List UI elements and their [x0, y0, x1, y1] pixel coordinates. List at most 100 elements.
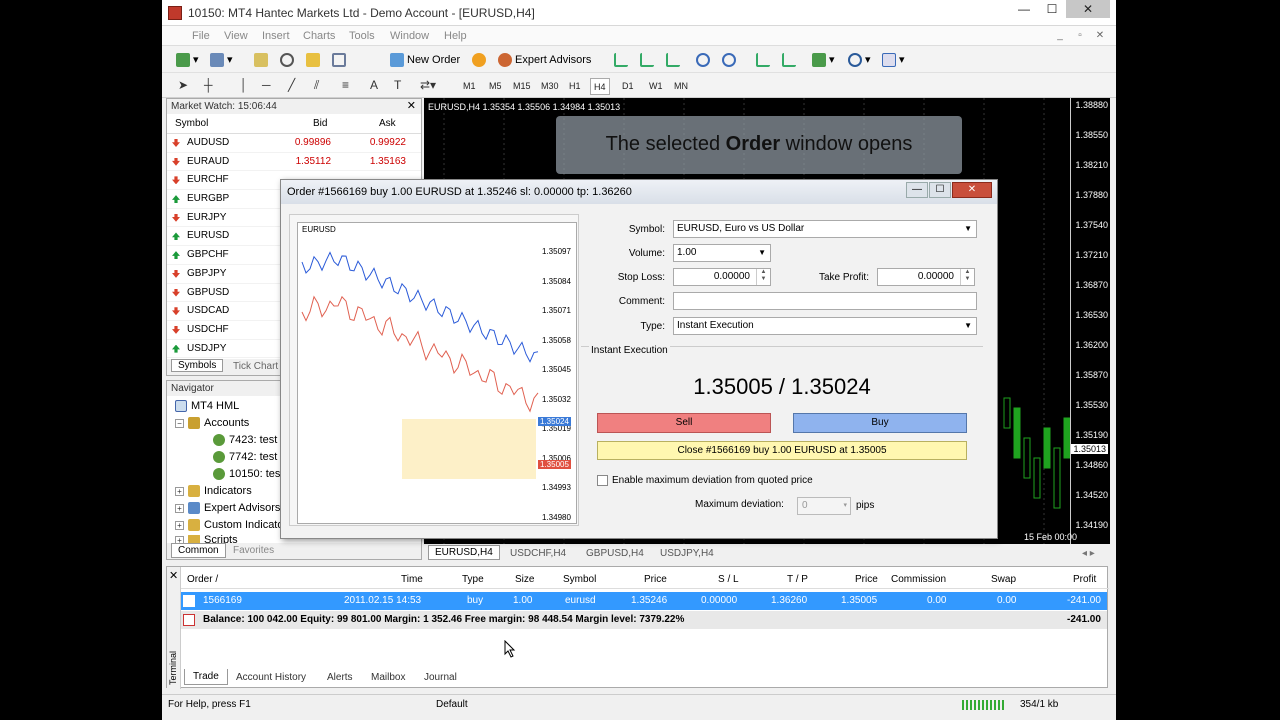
- col-header[interactable]: S / L: [718, 574, 739, 585]
- list-item[interactable]: EURAUD 1.35112 1.35163: [167, 153, 421, 172]
- col-symbol[interactable]: Symbol: [175, 118, 208, 129]
- dialog-close-button[interactable]: ✕: [952, 182, 992, 198]
- alert-button[interactable]: [472, 50, 486, 69]
- tf-m1[interactable]: M1: [460, 78, 479, 95]
- max-deviation-field[interactable]: 0 ▾: [797, 497, 851, 515]
- mdi-minimize-button[interactable]: _: [1052, 29, 1068, 42]
- new-chart-button[interactable]: ▾: [176, 50, 199, 69]
- deviation-checkbox[interactable]: Enable maximum deviation from quoted pri…: [597, 475, 813, 486]
- candle-chart-button[interactable]: [640, 50, 654, 69]
- menu-view[interactable]: View: [224, 30, 248, 42]
- col-header[interactable]: Size: [515, 574, 534, 585]
- volume-select[interactable]: 1.00 ▼: [673, 244, 771, 262]
- terminal-button[interactable]: [332, 50, 346, 69]
- spinner-icon[interactable]: ▲ ▼: [756, 269, 770, 285]
- col-header[interactable]: Order /: [187, 574, 218, 585]
- zoom-out-button[interactable]: [722, 50, 736, 69]
- col-header[interactable]: T / P: [787, 574, 808, 585]
- take-profit-field[interactable]: 0.00000 ▲ ▼: [877, 268, 975, 286]
- tab-alerts[interactable]: Alerts: [327, 672, 353, 683]
- tf-h4[interactable]: H4: [590, 78, 610, 95]
- nav-root[interactable]: MT4 HML: [175, 400, 239, 412]
- new-order-button[interactable]: New Order: [390, 50, 460, 69]
- tab-symbols[interactable]: Symbols: [171, 359, 224, 372]
- chart-tab-scroll[interactable]: ◂ ▸: [1082, 548, 1095, 559]
- nav-account-item[interactable]: 7423: test: [213, 434, 277, 446]
- col-bid[interactable]: Bid: [313, 118, 327, 129]
- dialog-maximize-button[interactable]: ☐: [929, 182, 951, 198]
- type-select[interactable]: Instant Execution ▼: [673, 317, 977, 335]
- chart-tab[interactable]: USDCHF,H4: [510, 548, 566, 559]
- col-header[interactable]: Symbol: [563, 574, 596, 585]
- line-chart-button[interactable]: [666, 50, 680, 69]
- spinner-icon[interactable]: ▲ ▼: [960, 269, 974, 285]
- crosshair-tool[interactable]: ┼: [204, 78, 213, 92]
- chart-tab[interactable]: USDJPY,H4: [660, 548, 714, 559]
- tf-h1[interactable]: H1: [566, 78, 584, 95]
- expand-icon[interactable]: +: [175, 486, 184, 496]
- menu-help[interactable]: Help: [444, 30, 467, 42]
- cursor-tool[interactable]: ➤: [178, 78, 188, 92]
- nav-experts[interactable]: + Expert Advisors: [175, 502, 280, 514]
- tab-mailbox[interactable]: Mailbox: [371, 672, 405, 683]
- comment-field[interactable]: [673, 292, 977, 310]
- close-button[interactable]: ✕: [1066, 0, 1110, 18]
- tab-journal[interactable]: Journal: [424, 672, 457, 683]
- minimize-button[interactable]: —: [1010, 0, 1038, 18]
- close-order-button[interactable]: Close #1566169 buy 1.00 EURUSD at 1.3500…: [597, 441, 967, 460]
- fibonacci-tool[interactable]: ≡: [342, 78, 349, 92]
- horizontal-line-tool[interactable]: ─: [262, 78, 271, 92]
- bar-chart-button[interactable]: [614, 50, 628, 69]
- tab-trade[interactable]: Trade: [184, 669, 228, 685]
- tf-m5[interactable]: M5: [486, 78, 505, 95]
- col-header[interactable]: Time: [401, 574, 423, 585]
- col-header[interactable]: Profit: [1073, 574, 1096, 585]
- chart-tab[interactable]: GBPUSD,H4: [586, 548, 644, 559]
- col-header[interactable]: Swap: [991, 574, 1016, 585]
- tf-d1[interactable]: D1: [619, 78, 637, 95]
- navigator-button[interactable]: [280, 50, 294, 69]
- label-tool[interactable]: T: [394, 78, 401, 92]
- nav-account-item[interactable]: 10150: test: [213, 468, 283, 480]
- mdi-restore-button[interactable]: ▫: [1072, 29, 1088, 42]
- menu-window[interactable]: Window: [390, 30, 429, 42]
- col-ask[interactable]: Ask: [379, 118, 396, 129]
- checkbox-box[interactable]: [597, 475, 608, 486]
- tab-common[interactable]: Common: [171, 543, 226, 558]
- menu-insert[interactable]: Insert: [262, 30, 290, 42]
- nav-indicators[interactable]: + Indicators: [175, 485, 252, 497]
- tf-m15[interactable]: M15: [510, 78, 534, 95]
- arrows-tool[interactable]: ⇄▾: [420, 78, 436, 92]
- tf-w1[interactable]: W1: [646, 78, 666, 95]
- col-header[interactable]: Type: [462, 574, 484, 585]
- stop-loss-field[interactable]: 0.00000 ▲ ▼: [673, 268, 771, 286]
- zoom-in-button[interactable]: [696, 50, 710, 69]
- list-item[interactable]: AUDUSD 0.99896 0.99922: [167, 134, 421, 153]
- chart-shift-button[interactable]: [782, 50, 796, 69]
- buy-button[interactable]: Buy: [793, 413, 967, 433]
- collapse-icon[interactable]: −: [175, 418, 184, 428]
- symbol-select[interactable]: EURUSD, Euro vs US Dollar ▼: [673, 220, 977, 238]
- terminal-close-icon[interactable]: ✕: [169, 569, 178, 582]
- vertical-line-tool[interactable]: │: [240, 78, 248, 92]
- channel-tool[interactable]: ⫽: [314, 78, 319, 93]
- nav-custom[interactable]: + Custom Indicators: [175, 519, 293, 531]
- maximize-button[interactable]: ☐: [1038, 0, 1066, 18]
- profiles-button[interactable]: ▾: [210, 50, 233, 69]
- autoscroll-button[interactable]: [756, 50, 770, 69]
- tab-favorites[interactable]: Favorites: [233, 545, 274, 556]
- expand-icon[interactable]: +: [175, 520, 184, 530]
- trendline-tool[interactable]: ╱: [288, 78, 295, 92]
- periods-button[interactable]: ▾: [848, 50, 871, 69]
- col-header[interactable]: Price: [855, 574, 878, 585]
- text-tool[interactable]: A: [370, 78, 378, 92]
- menu-tools[interactable]: Tools: [349, 30, 375, 42]
- data-window-button[interactable]: [306, 50, 320, 69]
- dialog-minimize-button[interactable]: —: [906, 182, 928, 198]
- sell-button[interactable]: Sell: [597, 413, 771, 433]
- expand-icon[interactable]: +: [175, 503, 184, 513]
- market-watch-close-icon[interactable]: ✕: [407, 99, 416, 114]
- chart-tab[interactable]: EURUSD,H4: [428, 545, 500, 560]
- nav-account-item[interactable]: 7742: test: [213, 451, 277, 463]
- col-header[interactable]: Commission: [891, 574, 946, 585]
